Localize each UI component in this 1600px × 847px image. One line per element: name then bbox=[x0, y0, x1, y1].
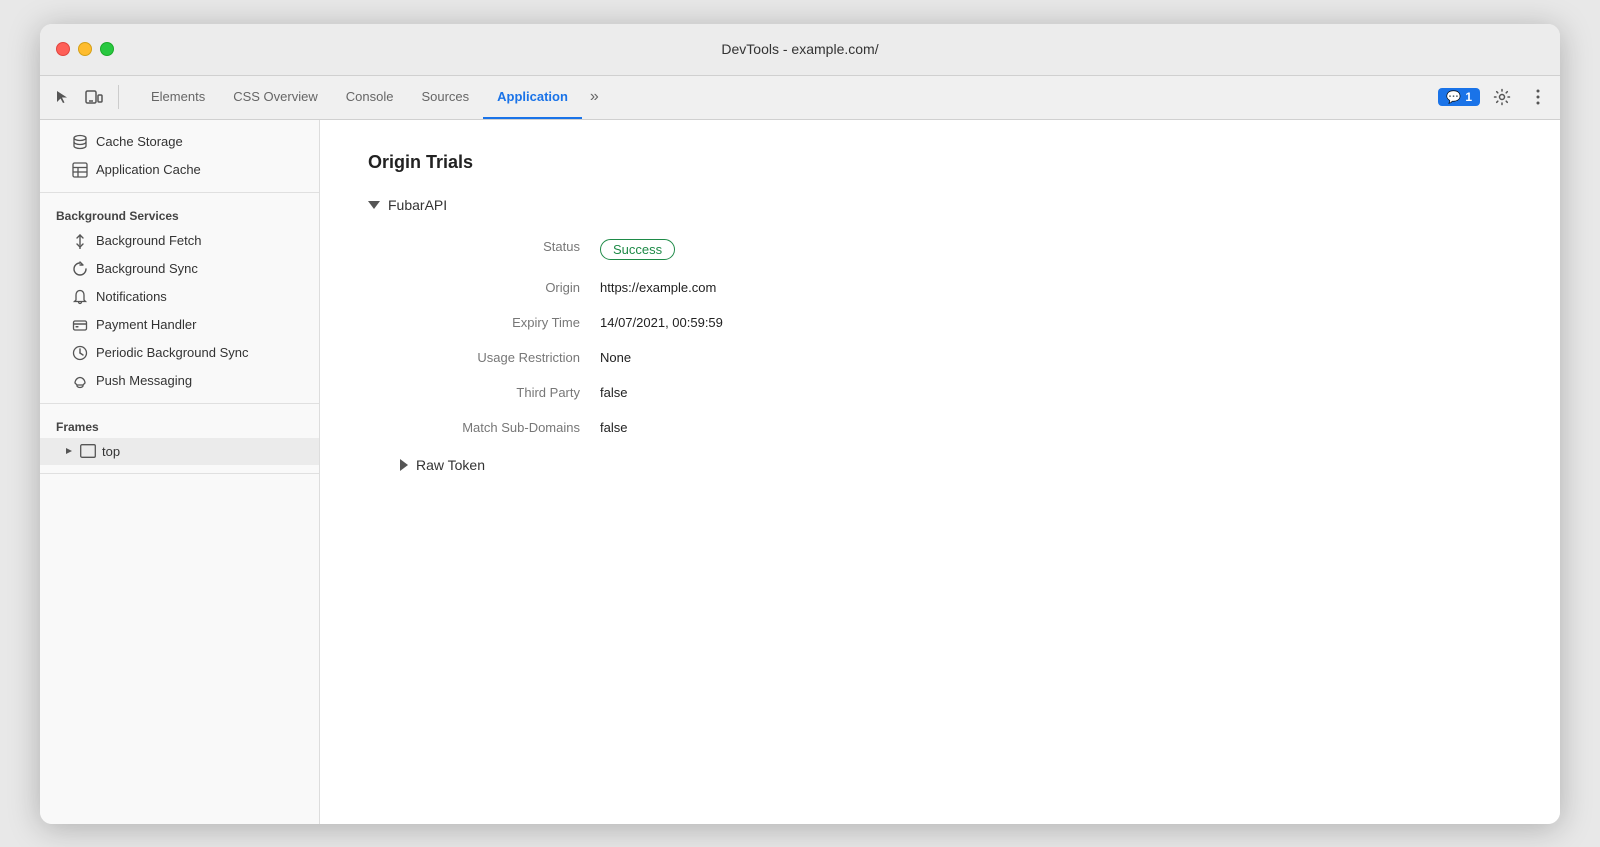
sidebar-item-application-cache[interactable]: Application Cache bbox=[40, 156, 319, 184]
background-fetch-icon bbox=[72, 233, 88, 249]
periodic-background-sync-icon bbox=[72, 345, 88, 361]
tab-console[interactable]: Console bbox=[332, 76, 408, 119]
expiry-value: 14/07/2021, 00:59:59 bbox=[600, 305, 1512, 340]
frame-icon bbox=[80, 444, 96, 458]
toolbar-right: 💬 1 bbox=[1438, 83, 1552, 111]
more-options-button[interactable] bbox=[1524, 83, 1552, 111]
sidebar-item-push-messaging[interactable]: Push Messaging bbox=[40, 367, 319, 395]
application-cache-label: Application Cache bbox=[96, 162, 201, 177]
expand-arrow-icon bbox=[64, 446, 74, 456]
notification-button[interactable]: 💬 1 bbox=[1438, 88, 1480, 106]
notification-icon: 💬 bbox=[1446, 90, 1461, 104]
frames-title: Frames bbox=[40, 412, 319, 438]
raw-token-expand-icon bbox=[400, 459, 408, 471]
trial-section: FubarAPI Status Success Origin https://e… bbox=[368, 197, 1512, 473]
status-value: Success bbox=[600, 229, 1512, 270]
close-button[interactable] bbox=[56, 42, 70, 56]
tab-css-overview[interactable]: CSS Overview bbox=[219, 76, 332, 119]
device-mode-icon[interactable] bbox=[80, 83, 108, 111]
content-panel: Origin Trials FubarAPI Status Success Or… bbox=[320, 120, 1560, 824]
expiry-label: Expiry Time bbox=[400, 305, 600, 340]
settings-button[interactable] bbox=[1488, 83, 1516, 111]
more-tabs-button[interactable]: » bbox=[582, 76, 607, 119]
frames-section: Frames top bbox=[40, 404, 319, 474]
match-subdomains-value: false bbox=[600, 410, 1512, 445]
minimize-button[interactable] bbox=[78, 42, 92, 56]
sidebar-item-background-sync[interactable]: Background Sync bbox=[40, 255, 319, 283]
cursor-icon[interactable] bbox=[48, 83, 76, 111]
devtools-window: DevTools - example.com/ Elements bbox=[40, 24, 1560, 824]
push-messaging-label: Push Messaging bbox=[96, 373, 192, 388]
application-cache-icon bbox=[72, 162, 88, 178]
sidebar-item-top[interactable]: top bbox=[40, 438, 319, 465]
status-label: Status bbox=[400, 229, 600, 270]
tab-application[interactable]: Application bbox=[483, 76, 582, 119]
sidebar-item-background-fetch[interactable]: Background Fetch bbox=[40, 227, 319, 255]
collapse-icon bbox=[368, 201, 380, 209]
trial-name: FubarAPI bbox=[388, 197, 447, 213]
maximize-button[interactable] bbox=[100, 42, 114, 56]
usage-restriction-value: None bbox=[600, 340, 1512, 375]
origin-value: https://example.com bbox=[600, 270, 1512, 305]
tab-elements[interactable]: Elements bbox=[137, 76, 219, 119]
sidebar-item-payment-handler[interactable]: Payment Handler bbox=[40, 311, 319, 339]
toolbar-divider bbox=[118, 85, 119, 109]
cache-storage-icon bbox=[72, 134, 88, 150]
sidebar: Cache Storage Application Cache bbox=[40, 120, 320, 824]
notifications-label: Notifications bbox=[96, 289, 167, 304]
notification-count: 1 bbox=[1465, 90, 1472, 104]
sidebar-item-periodic-background-sync[interactable]: Periodic Background Sync bbox=[40, 339, 319, 367]
third-party-value: false bbox=[600, 375, 1512, 410]
push-messaging-icon bbox=[72, 373, 88, 389]
top-frame-label: top bbox=[102, 444, 120, 459]
tab-sources[interactable]: Sources bbox=[407, 76, 483, 119]
tab-list: Elements CSS Overview Console Sources Ap… bbox=[137, 76, 1438, 119]
storage-section: Cache Storage Application Cache bbox=[40, 120, 319, 193]
background-sync-icon bbox=[72, 261, 88, 277]
payment-handler-label: Payment Handler bbox=[96, 317, 196, 332]
status-badge: Success bbox=[600, 239, 675, 260]
trial-fields: Status Success Origin https://example.co… bbox=[400, 229, 1512, 445]
background-services-section: Background Services Background Fetch bbox=[40, 193, 319, 404]
match-subdomains-label: Match Sub-Domains bbox=[400, 410, 600, 445]
origin-label: Origin bbox=[400, 270, 600, 305]
tab-bar: Elements CSS Overview Console Sources Ap… bbox=[40, 76, 1560, 120]
sidebar-item-cache-storage[interactable]: Cache Storage bbox=[40, 128, 319, 156]
raw-token-label: Raw Token bbox=[416, 457, 485, 473]
raw-token-row[interactable]: Raw Token bbox=[400, 457, 1512, 473]
usage-restriction-label: Usage Restriction bbox=[400, 340, 600, 375]
background-fetch-label: Background Fetch bbox=[96, 233, 202, 248]
payment-handler-icon bbox=[72, 317, 88, 333]
toolbar-left bbox=[48, 83, 125, 111]
sidebar-item-notifications[interactable]: Notifications bbox=[40, 283, 319, 311]
background-services-title: Background Services bbox=[40, 201, 319, 227]
main-area: Cache Storage Application Cache bbox=[40, 120, 1560, 824]
page-title: Origin Trials bbox=[368, 152, 1512, 173]
traffic-lights bbox=[56, 42, 114, 56]
third-party-label: Third Party bbox=[400, 375, 600, 410]
window-title: DevTools - example.com/ bbox=[721, 41, 878, 57]
title-bar: DevTools - example.com/ bbox=[40, 24, 1560, 76]
trial-header[interactable]: FubarAPI bbox=[368, 197, 1512, 213]
cache-storage-label: Cache Storage bbox=[96, 134, 183, 149]
background-sync-label: Background Sync bbox=[96, 261, 198, 276]
periodic-background-sync-label: Periodic Background Sync bbox=[96, 345, 248, 360]
notifications-icon bbox=[72, 289, 88, 305]
